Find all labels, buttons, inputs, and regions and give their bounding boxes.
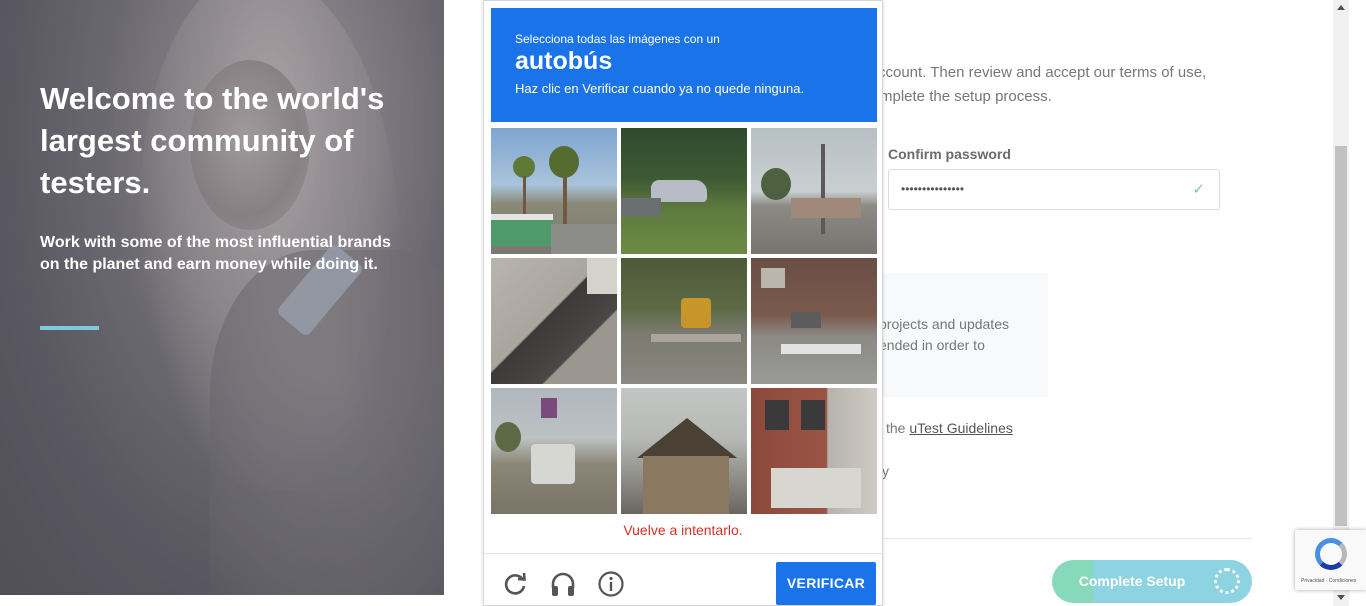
guidelines-prefix: the xyxy=(886,420,910,436)
check-icon: ✓ xyxy=(1192,181,1205,198)
captcha-tile[interactable] xyxy=(751,388,877,514)
captcha-tile[interactable] xyxy=(751,258,877,384)
info-text-line-2: ended in order to xyxy=(879,337,985,353)
hero-accent-line xyxy=(40,326,99,330)
info-text: projects and updates ended in order to xyxy=(879,314,1009,356)
intro-text-line-2: mplete the setup process. xyxy=(880,88,1052,105)
intro-text-line-1: ccount. Then review and accept our terms… xyxy=(878,64,1207,81)
captcha-tile[interactable] xyxy=(491,258,617,384)
complete-setup-button[interactable]: Complete Setup xyxy=(1052,560,1252,603)
truncated-text: y xyxy=(882,463,889,479)
captcha-tile[interactable] xyxy=(491,128,617,254)
captcha-header: Selecciona todas las imágenes con un aut… xyxy=(491,8,877,122)
captcha-instruction: Haz clic en Verificar cuando ya no quede… xyxy=(515,81,805,96)
spinner-icon xyxy=(1214,568,1240,594)
captcha-select-text: Selecciona todas las imágenes con un xyxy=(515,32,720,46)
hero-subtitle: Work with some of the most influential b… xyxy=(40,234,391,273)
captcha-tile[interactable] xyxy=(621,128,747,254)
recaptcha-terms[interactable]: Privacidad - Condiciones xyxy=(1301,578,1356,584)
captcha-tile[interactable] xyxy=(491,388,617,514)
captcha-challenge: Selecciona todas las imágenes con un aut… xyxy=(483,0,883,606)
page-scrollbar[interactable] xyxy=(1333,0,1349,606)
audio-challenge-icon[interactable] xyxy=(549,570,577,598)
captcha-target-object: autobús xyxy=(515,47,613,75)
captcha-tile[interactable] xyxy=(751,128,877,254)
utest-guidelines-link[interactable]: uTest Guidelines xyxy=(909,420,1013,436)
confirm-password-field[interactable]: ••••••••••••••• ✓ xyxy=(888,169,1220,210)
verify-button[interactable]: VERIFICAR xyxy=(776,562,876,605)
captcha-tile[interactable] xyxy=(621,258,747,384)
info-text-line-1: projects and updates xyxy=(879,316,1009,332)
scroll-down-arrow-icon[interactable] xyxy=(1337,595,1345,600)
guidelines-text: the uTest Guidelines xyxy=(886,420,1013,436)
confirm-password-value: ••••••••••••••• xyxy=(901,182,965,196)
hero-panel: Welcome to the world's largest community… xyxy=(0,0,444,595)
scrollbar-thumb[interactable] xyxy=(1335,146,1347,526)
divider xyxy=(884,538,1252,539)
recaptcha-logo-icon xyxy=(1315,538,1347,570)
hero-title: Welcome to the world's largest community… xyxy=(40,81,385,200)
captcha-tile[interactable] xyxy=(621,388,747,514)
confirm-password-label: Confirm password xyxy=(888,146,1011,162)
reload-icon[interactable] xyxy=(501,570,529,598)
scroll-up-arrow-icon[interactable] xyxy=(1337,5,1345,10)
info-icon[interactable] xyxy=(597,570,625,598)
complete-setup-label: Complete Setup xyxy=(1078,573,1186,589)
recaptcha-badge[interactable]: Privacidad - Condiciones xyxy=(1295,530,1366,590)
captcha-image-grid xyxy=(491,128,877,514)
captcha-error-message: Vuelve a intentarlo. xyxy=(623,522,743,538)
captcha-footer-divider xyxy=(484,553,882,554)
